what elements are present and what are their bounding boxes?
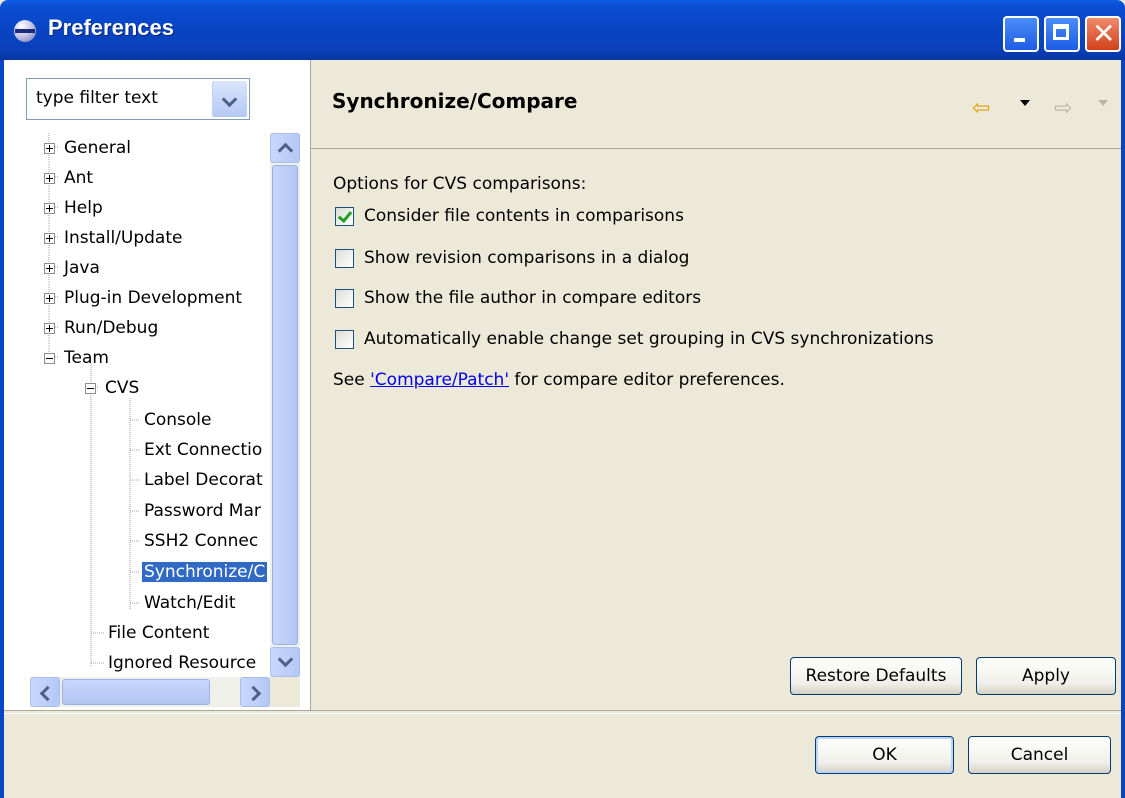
chevron-left-icon (39, 685, 56, 702)
title-bar[interactable]: Preferences ✕ (0, 0, 1125, 60)
tree-item-synchronize-compare[interactable]: Synchronize/C (142, 557, 268, 587)
scroll-right-button[interactable] (240, 677, 270, 707)
tree-item-team[interactable]: Team (40, 343, 109, 373)
tree-item-ant[interactable]: Ant (40, 163, 93, 193)
see-compare-patch-text: See 'Compare/Patch' for compare editor p… (333, 370, 785, 390)
tree-item-file-content[interactable]: File Content (108, 618, 209, 648)
option-3-label[interactable]: Show the file author in compare editors (364, 288, 701, 308)
tree-horizontal-scrollbar[interactable] (30, 677, 270, 707)
scroll-corner (270, 677, 300, 707)
chevron-down-icon[interactable] (212, 81, 247, 117)
scroll-up-button[interactable] (270, 133, 300, 163)
window-title: Preferences (48, 15, 174, 40)
dialog-separator (4, 710, 1121, 714)
page-title: Synchronize/Compare (332, 89, 578, 113)
option-2-checkbox[interactable] (335, 249, 354, 268)
tree-item-cvs[interactable]: CVS (81, 373, 139, 403)
expand-icon[interactable] (44, 233, 55, 244)
back-arrow-icon[interactable]: ⇦ (972, 96, 990, 121)
compare-patch-link[interactable]: 'Compare/Patch' (370, 370, 509, 390)
tree-item-install-update[interactable]: Install/Update (40, 223, 182, 253)
chevron-down-icon (277, 651, 294, 668)
collapse-icon[interactable] (44, 353, 55, 364)
filter-input[interactable]: type filter text (36, 88, 158, 108)
expand-icon[interactable] (44, 143, 55, 154)
tree-item-help[interactable]: Help (40, 193, 103, 223)
expand-icon[interactable] (44, 263, 55, 274)
forward-arrow-icon[interactable]: ⇨ (1054, 96, 1072, 121)
tree-item-watch-edit[interactable]: Watch/Edit (144, 588, 236, 618)
minimize-button[interactable] (1003, 16, 1039, 52)
preference-tree[interactable]: General Ant Help Install/Update Java Plu… (30, 133, 270, 677)
restore-defaults-button[interactable]: Restore Defaults (790, 657, 962, 695)
tree-item-java[interactable]: Java (40, 253, 100, 283)
forward-menu-icon[interactable] (1098, 100, 1108, 106)
window-frame-right (1121, 60, 1125, 798)
option-4-label[interactable]: Automatically enable change set grouping… (364, 329, 934, 349)
maximize-icon (1053, 24, 1069, 40)
back-menu-icon[interactable] (1020, 100, 1030, 106)
minimize-icon (1014, 38, 1025, 42)
close-icon: ✕ (1092, 17, 1116, 50)
options-label: Options for CVS comparisons: (333, 174, 587, 194)
option-1-label[interactable]: Consider file contents in comparisons (364, 206, 684, 226)
expand-icon[interactable] (44, 293, 55, 304)
option-1-checkbox[interactable] (335, 207, 354, 226)
tree-item-password-management[interactable]: Password Mar (144, 496, 261, 526)
tree-item-general[interactable]: General (40, 133, 131, 163)
tree-item-label-decorations[interactable]: Label Decorat (144, 465, 263, 495)
eclipse-icon (14, 20, 36, 42)
maximize-button[interactable] (1044, 16, 1080, 52)
filter-combo[interactable]: type filter text (26, 78, 250, 120)
expand-icon[interactable] (44, 203, 55, 214)
chevron-up-icon (277, 142, 294, 159)
scroll-thumb[interactable] (272, 165, 298, 645)
tree-vertical-scrollbar[interactable] (270, 133, 300, 677)
scroll-thumb[interactable] (62, 679, 210, 705)
apply-button[interactable]: Apply (976, 657, 1116, 695)
cancel-button[interactable]: Cancel (968, 736, 1111, 774)
scroll-down-button[interactable] (270, 647, 300, 677)
expand-icon[interactable] (44, 173, 55, 184)
tree-item-plugin-development[interactable]: Plug-in Development (40, 283, 242, 313)
option-4-checkbox[interactable] (335, 330, 354, 349)
scroll-left-button[interactable] (30, 677, 60, 707)
collapse-icon[interactable] (85, 383, 96, 394)
expand-icon[interactable] (44, 323, 55, 334)
option-2-label[interactable]: Show revision comparisons in a dialog (364, 248, 689, 268)
ok-button[interactable]: OK (815, 736, 954, 774)
tree-item-console[interactable]: Console (144, 405, 212, 435)
option-3-checkbox[interactable] (335, 289, 354, 308)
tree-item-ignored-resources[interactable]: Ignored Resource (108, 648, 256, 677)
chevron-right-icon (245, 685, 262, 702)
tree-item-run-debug[interactable]: Run/Debug (40, 313, 158, 343)
tree-item-ssh2-connection[interactable]: SSH2 Connec (144, 526, 258, 556)
close-button[interactable]: ✕ (1085, 16, 1121, 52)
title-separator (311, 148, 1121, 149)
tree-item-ext-connection[interactable]: Ext Connectio (144, 435, 262, 465)
